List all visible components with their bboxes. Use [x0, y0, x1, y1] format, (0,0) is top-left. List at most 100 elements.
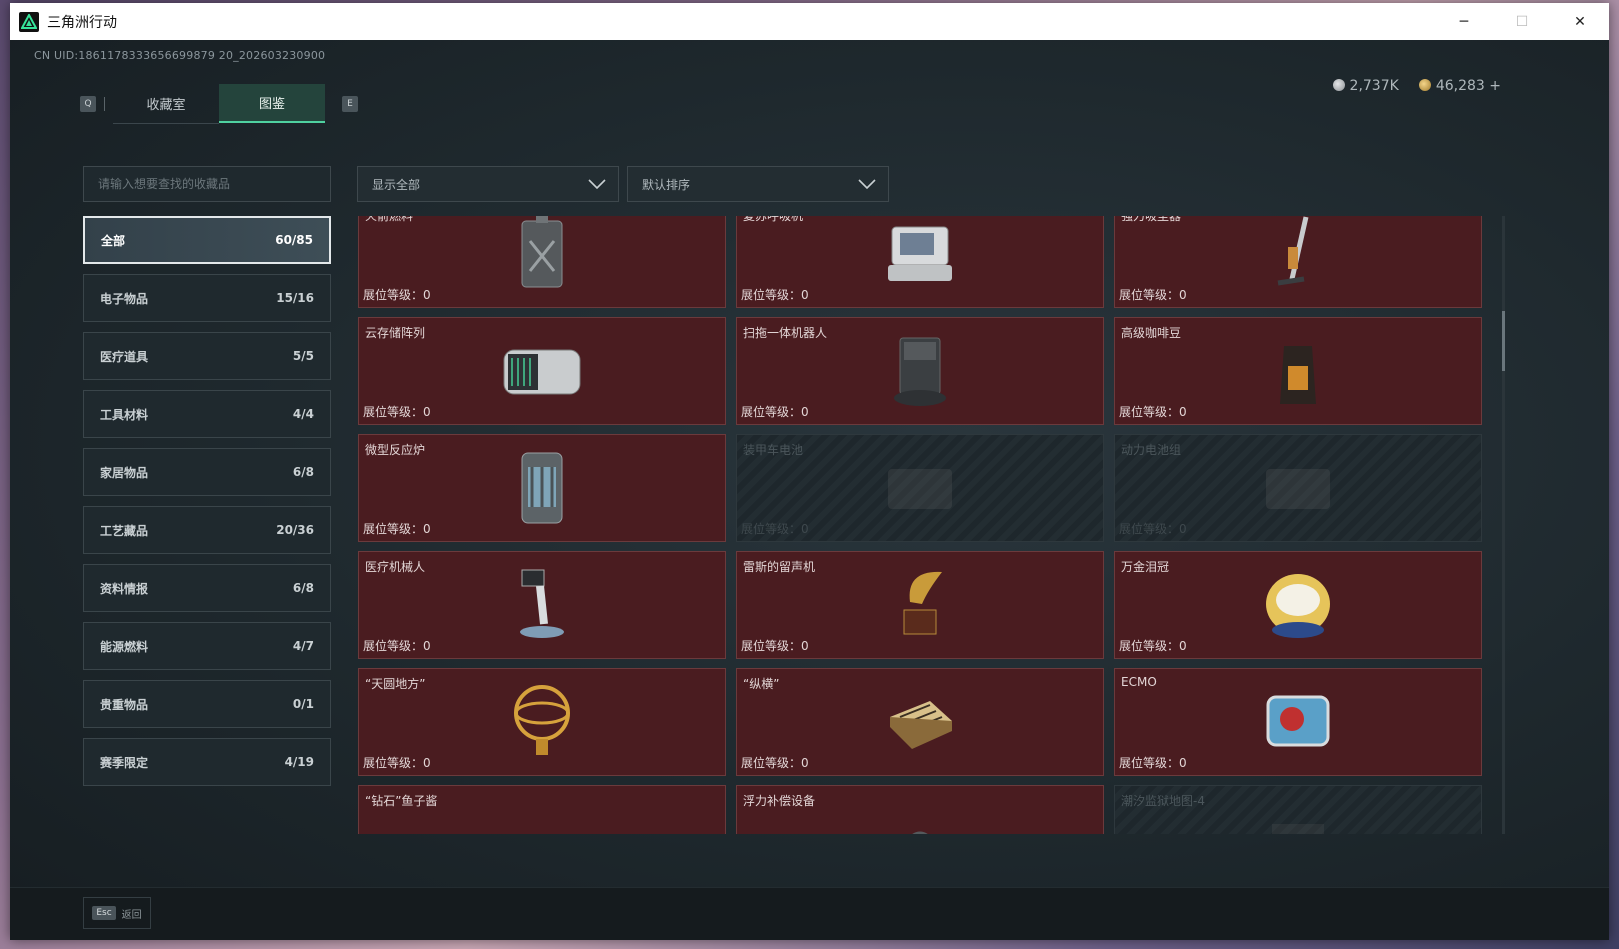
- collection-item-card[interactable]: 火箭燃料 展位等级：0: [358, 216, 726, 308]
- collection-item-card[interactable]: 雷斯的留声机 展位等级：0: [736, 551, 1104, 659]
- level-label: 展位等级：: [1119, 756, 1180, 770]
- collection-grid-viewport[interactable]: 火箭燃料 展位等级：0 复苏呼吸机 展位等级：0 强力吸尘器 展位等级：0 云存…: [358, 216, 1498, 834]
- collection-item-card[interactable]: 万金泪冠 展位等级：0: [1114, 551, 1482, 659]
- grid-scrollbar[interactable]: [1502, 216, 1505, 834]
- collection-item-card[interactable]: 微型反应炉 展位等级：0: [358, 434, 726, 542]
- collection-item-card[interactable]: 强力吸尘器 展位等级：0: [1114, 216, 1482, 308]
- item-image: [870, 677, 970, 767]
- level-value: 0: [1179, 522, 1187, 536]
- tab-divider: [104, 96, 105, 111]
- category-count: 6/8: [292, 465, 314, 479]
- item-level: 展位等级：0: [1119, 403, 1187, 420]
- tab-collection-room[interactable]: 收藏室: [113, 84, 219, 124]
- item-level: 展位等级：0: [363, 754, 431, 771]
- collection-item-card[interactable]: “纵横” 展位等级：0: [736, 668, 1104, 776]
- maximize-button[interactable]: ☐: [1493, 3, 1551, 40]
- close-button[interactable]: ✕: [1551, 3, 1609, 40]
- item-level: 展位等级：0: [741, 403, 809, 420]
- gold-coin-icon: [1418, 79, 1431, 91]
- gold-currency: 46,283 +: [1418, 78, 1501, 94]
- scrollbar-thumb[interactable]: [1502, 311, 1505, 371]
- collection-item-card[interactable]: 潮汐监狱地图-4 展位等级：: [1114, 785, 1482, 834]
- robot-vacuum-icon: [894, 337, 946, 406]
- collection-item-card[interactable]: 动力电池组 展位等级：0: [1114, 434, 1482, 542]
- item-image: [492, 794, 592, 834]
- item-image: [870, 794, 970, 834]
- item-name: 强力吸尘器: [1121, 216, 1182, 223]
- collection-item-card[interactable]: 浮力补偿设备 展位等级：: [736, 785, 1104, 834]
- back-button[interactable]: Esc 返回: [83, 897, 151, 929]
- level-value: 0: [801, 756, 809, 770]
- item-image: [492, 216, 592, 299]
- category-count: 15/16: [276, 291, 314, 305]
- minimize-button[interactable]: ─: [1435, 3, 1493, 40]
- category-label: 贵重物品: [100, 697, 149, 712]
- tab-next-key[interactable]: E: [342, 95, 358, 112]
- ecmo-icon: [1266, 695, 1330, 747]
- category-item[interactable]: 贵重物品 0/1: [83, 680, 331, 728]
- category-item[interactable]: 全部 60/85: [83, 216, 331, 264]
- add-currency-button[interactable]: +: [1489, 78, 1501, 94]
- level-label: 展位等级：: [363, 756, 424, 770]
- item-image: [1248, 677, 1348, 767]
- level-label: 展位等级：: [741, 639, 802, 653]
- filter-dropdown[interactable]: 显示全部: [357, 166, 619, 202]
- collection-item-card[interactable]: “天圆地方” 展位等级：0: [358, 668, 726, 776]
- level-label: 展位等级：: [1119, 405, 1180, 419]
- category-item[interactable]: 家居物品 6/8: [83, 448, 331, 496]
- silver-amount: 2,737K: [1349, 78, 1399, 94]
- collection-item-card[interactable]: 高级咖啡豆 展位等级：0: [1114, 317, 1482, 425]
- caviar-tin-icon: [492, 794, 592, 834]
- collection-item-card[interactable]: 医疗机械人 展位等级：0: [358, 551, 726, 659]
- level-label: 展位等级：: [741, 288, 802, 302]
- level-label: 展位等级：: [363, 639, 424, 653]
- level-value: 0: [801, 639, 809, 653]
- collection-item-card[interactable]: “钻石”鱼子酱 展位等级：: [358, 785, 726, 834]
- item-name: 浮力补偿设备: [743, 794, 816, 808]
- collection-item-card[interactable]: ECMO 展位等级：0: [1114, 668, 1482, 776]
- collection-item-card[interactable]: 扫拖一体机器人 展位等级：0: [736, 317, 1104, 425]
- gramophone-icon: [903, 571, 942, 635]
- category-item[interactable]: 能源燃料 4/7: [83, 622, 331, 670]
- item-level: 展位等级：0: [1119, 520, 1187, 537]
- item-image: [870, 560, 970, 650]
- footer-bar: Esc 返回: [10, 887, 1609, 940]
- chess-board-icon: [890, 701, 952, 749]
- silver-currency: 2,737K: [1332, 78, 1399, 94]
- level-label: 展位等级：: [363, 288, 424, 302]
- silver-coin-icon: [1332, 79, 1345, 91]
- sort-dropdown[interactable]: 默认排序: [627, 166, 889, 202]
- category-count: 4/4: [292, 407, 314, 421]
- item-name: 复苏呼吸机: [743, 216, 804, 223]
- category-item[interactable]: 医疗道具 5/5: [83, 332, 331, 380]
- category-item[interactable]: 资料情报 6/8: [83, 564, 331, 612]
- tab-catalog[interactable]: 图鉴: [219, 84, 325, 123]
- level-label: 展位等级：: [1119, 639, 1180, 653]
- category-label: 资料情报: [100, 581, 149, 596]
- level-value: 0: [801, 288, 809, 302]
- search-input[interactable]: [84, 167, 330, 201]
- item-level: 展位等级：0: [1119, 637, 1187, 654]
- collection-item-card[interactable]: 复苏呼吸机 展位等级：0: [736, 216, 1104, 308]
- collection-item-card[interactable]: 装甲车电池 展位等级：0: [736, 434, 1104, 542]
- storage-array-icon: [503, 349, 581, 395]
- category-item[interactable]: 电子物品 15/16: [83, 274, 331, 322]
- level-label: 展位等级：: [363, 405, 424, 419]
- category-item[interactable]: 工艺藏品 20/36: [83, 506, 331, 554]
- category-item[interactable]: 赛季限定 4/19: [83, 738, 331, 786]
- category-item[interactable]: 工具材料 4/4: [83, 390, 331, 438]
- tab-prev-key[interactable]: Q: [80, 95, 96, 112]
- level-label: 展位等级：: [1119, 288, 1180, 302]
- app-window: 三角洲行动 ─ ☐ ✕ CN UID:1861178333656699879 2…: [10, 3, 1609, 940]
- map-icon: [1272, 824, 1324, 834]
- item-image: [870, 443, 970, 533]
- item-image: [870, 326, 970, 416]
- game-area: CN UID:1861178333656699879 20_2026032309…: [10, 40, 1609, 940]
- item-image: [492, 326, 592, 416]
- level-value: 0: [801, 405, 809, 419]
- item-name: 高级咖啡豆: [1121, 326, 1182, 340]
- item-image: [492, 443, 592, 533]
- currency-bar: 2,737K 46,283 +: [1332, 78, 1501, 94]
- collection-item-card[interactable]: 云存储阵列 展位等级：0: [358, 317, 726, 425]
- item-name: 火箭燃料: [365, 216, 414, 223]
